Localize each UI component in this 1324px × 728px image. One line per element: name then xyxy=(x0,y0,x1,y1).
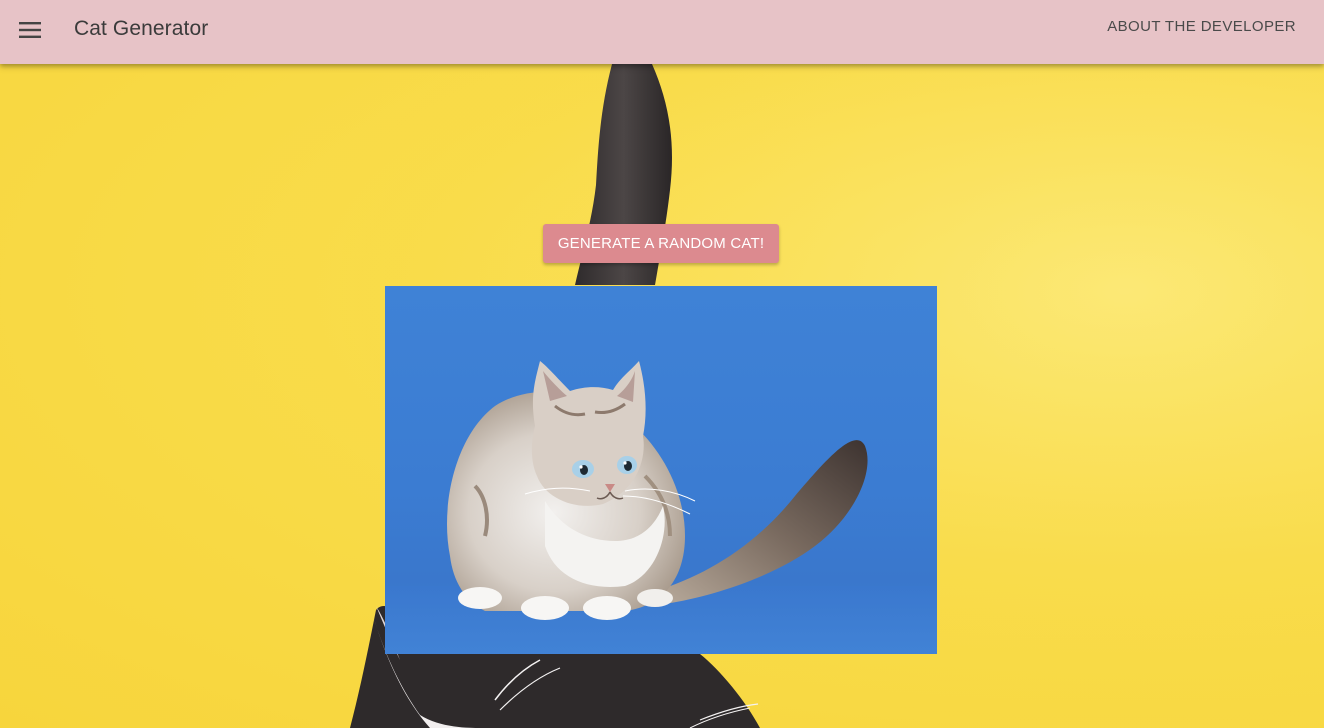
cat-photo xyxy=(385,286,937,654)
app-title: Cat Generator xyxy=(74,17,209,40)
menu-button[interactable] xyxy=(10,10,50,50)
generate-cat-button[interactable]: GENERATE A RANDOM CAT! xyxy=(543,224,779,263)
app-bar: Cat Generator ABOUT THE DEVELOPER xyxy=(0,0,1324,64)
menu-icon xyxy=(19,22,41,38)
page: Cat Generator ABOUT THE DEVELOPER GENERA… xyxy=(0,0,1324,728)
about-developer-link[interactable]: ABOUT THE DEVELOPER xyxy=(1107,17,1296,37)
cat-illustration xyxy=(385,361,937,654)
